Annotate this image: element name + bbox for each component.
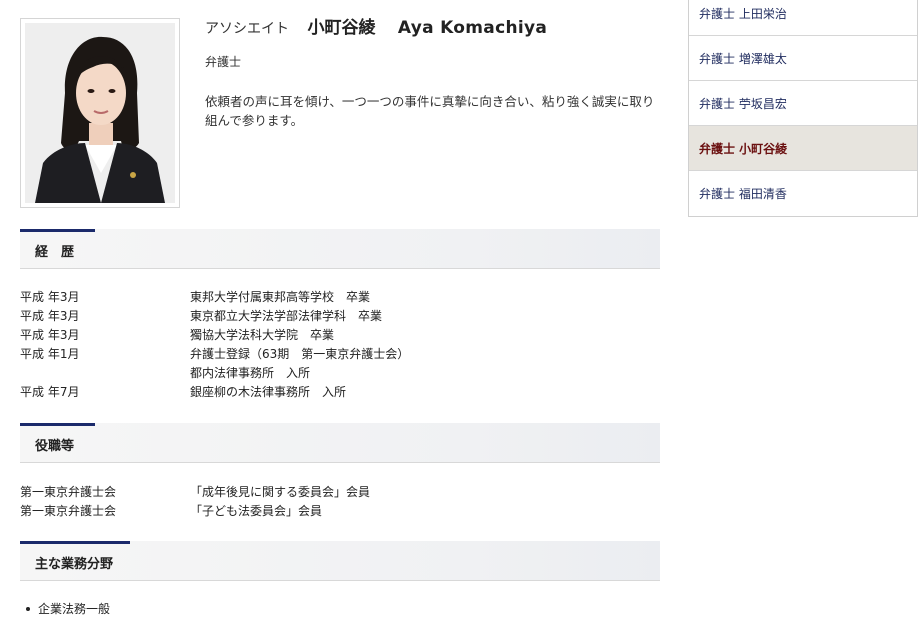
history-text: 東邦大学付属東邦高等学校 卒業 bbox=[190, 290, 371, 304]
section-accent-bar bbox=[20, 541, 130, 544]
bullet-icon bbox=[26, 606, 30, 611]
history-row: 平成 年3月 東京都立大学法学部法律学科 卒業 bbox=[20, 307, 409, 326]
history-date: 平成 年3月 bbox=[20, 309, 80, 323]
positions-list: 第一東京弁護士会 「成年後見に関する委員会」会員 第一東京弁護士会 「子ども法委員会… bbox=[20, 483, 370, 521]
profile-name-line: アソシエイト 小町谷綾 Aya Komachiya bbox=[205, 16, 665, 41]
sidebar-item-ueda[interactable]: 弁護士 上田栄治 bbox=[689, 0, 917, 36]
profile-title: 弁護士 bbox=[205, 55, 242, 69]
section-practice-title: 主な業務分野 bbox=[35, 557, 114, 572]
position-org: 第一東京弁護士会 bbox=[20, 504, 117, 518]
history-date: 平成 年1月 bbox=[20, 347, 80, 361]
sidebar-item-label: 弁護士 福田清香 bbox=[699, 187, 787, 201]
history-date: 平成 年3月 bbox=[20, 328, 80, 342]
history-row: 平成 年3月 東邦大学付属東邦高等学校 卒業 bbox=[20, 288, 409, 307]
position-row: 第一東京弁護士会 「成年後見に関する委員会」会員 bbox=[20, 483, 370, 502]
position-org: 第一東京弁護士会 bbox=[20, 485, 117, 499]
position-role: 「子ども法委員会」会員 bbox=[190, 504, 323, 518]
practice-area-list: 企業法務一般 bbox=[20, 600, 110, 617]
history-row: 平成 年7月 銀座柳の木法律事務所 入所 bbox=[20, 383, 409, 402]
profile-name-en: Aya Komachiya bbox=[397, 18, 548, 38]
history-row: 平成 年1月 弁護士登録（63期 第一東京弁護士会） bbox=[20, 345, 409, 364]
sidebar-item-label: 弁護士 上田栄治 bbox=[699, 6, 787, 21]
sidebar-item-fukuda[interactable]: 弁護士 福田清香 bbox=[689, 171, 917, 216]
section-positions-title: 役職等 bbox=[35, 439, 75, 454]
history-text: 東京都立大学法学部法律学科 卒業 bbox=[190, 309, 383, 323]
practice-area-item: 企業法務一般 bbox=[20, 600, 110, 617]
section-accent-bar bbox=[20, 229, 95, 232]
section-positions-header: 役職等 bbox=[20, 423, 660, 463]
sidebar-item-komachiya[interactable]: 弁護士 小町谷綾 bbox=[689, 126, 917, 171]
profile-intro: 依頼者の声に耳を傾け、一つ一つの事件に真摯に向き合い、粘り強く誠実に取り組んで参… bbox=[205, 94, 655, 128]
profile-photo bbox=[25, 23, 175, 203]
sidebar-item-masuzawa[interactable]: 弁護士 増澤雄太 bbox=[689, 36, 917, 81]
history-text: 銀座柳の木法律事務所 入所 bbox=[190, 385, 347, 399]
position-row: 第一東京弁護士会 「子ども法委員会」会員 bbox=[20, 502, 370, 521]
profile-page: アソシエイト 小町谷綾 Aya Komachiya 弁護士 依頼者の声に耳を傾け… bbox=[0, 0, 921, 622]
profile-header: アソシエイト 小町谷綾 Aya Komachiya 弁護士 依頼者の声に耳を傾け… bbox=[205, 16, 665, 130]
history-text: 獨協大学法科大学院 卒業 bbox=[190, 328, 335, 342]
position-role: 「成年後見に関する委員会」会員 bbox=[190, 485, 371, 499]
section-history-title: 経 歴 bbox=[35, 245, 75, 260]
history-row: 都内法律事務所 入所 bbox=[20, 364, 409, 383]
profile-rank: アソシエイト bbox=[205, 21, 289, 37]
section-history-header: 経 歴 bbox=[20, 229, 660, 269]
history-list: 平成 年3月 東邦大学付属東邦高等学校 卒業 平成 年3月 東京都立大学法学部法律学… bbox=[20, 288, 409, 402]
sidebar-item-osaka[interactable]: 弁護士 苧坂昌宏 bbox=[689, 81, 917, 126]
history-date: 平成 年3月 bbox=[20, 290, 80, 304]
profile-name-jp: 小町谷綾 bbox=[307, 18, 376, 38]
sidebar-item-label: 弁護士 苧坂昌宏 bbox=[699, 96, 787, 111]
section-practice-header: 主な業務分野 bbox=[20, 541, 660, 581]
history-date bbox=[20, 364, 190, 383]
practice-area-label: 企業法務一般 bbox=[38, 602, 111, 616]
lawyer-sidebar: 弁護士 上田栄治 弁護士 増澤雄太 弁護士 苧坂昌宏 弁護士 小町谷綾 弁護士 … bbox=[688, 0, 918, 217]
sidebar-item-label: 弁護士 増澤雄太 bbox=[699, 51, 787, 66]
history-date: 平成 年7月 bbox=[20, 385, 80, 399]
history-text: 都内法律事務所 入所 bbox=[190, 366, 311, 380]
history-text: 弁護士登録（63期 第一東京弁護士会） bbox=[190, 347, 410, 361]
profile-photo-frame bbox=[20, 18, 180, 208]
section-accent-bar bbox=[20, 423, 95, 426]
sidebar-item-label: 弁護士 小町谷綾 bbox=[699, 141, 788, 156]
history-row: 平成 年3月 獨協大学法科大学院 卒業 bbox=[20, 326, 409, 345]
